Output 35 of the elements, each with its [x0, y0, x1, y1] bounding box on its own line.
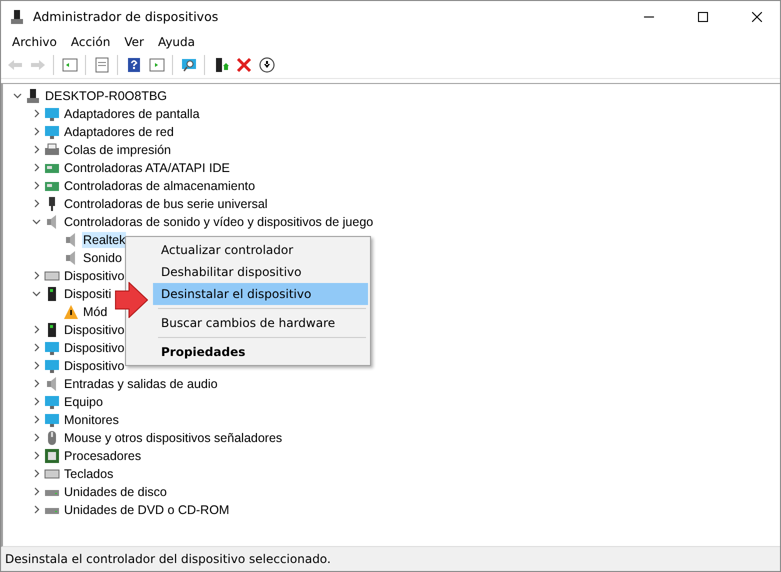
menu-item[interactable]: Ver [117, 35, 151, 49]
tree-item[interactable]: Realtek [82, 232, 126, 248]
tree-item[interactable]: Teclados [63, 466, 114, 482]
menu-item[interactable]: Propiedades [153, 341, 368, 363]
tree-item[interactable]: Colas de impresión [63, 142, 172, 158]
tree-item[interactable]: Unidades de DVD o CD-ROM [63, 502, 230, 518]
status-text: Desinstala el controlador del dispositivo seleccionado. [5, 552, 331, 566]
menu-item[interactable]: Acción [64, 35, 118, 49]
tree-item[interactable]: Unidades de disco [63, 484, 168, 500]
menu-item[interactable]: Actualizar controlador [153, 239, 368, 261]
menu-item[interactable]: Desinstalar el dispositivo [153, 283, 368, 305]
tree-item[interactable]: Adaptadores de pantalla [63, 106, 201, 122]
tree-item[interactable]: Controladoras de bus serie universal [63, 196, 269, 212]
window-title: Administrador de dispositivos [33, 9, 220, 24]
menu-item[interactable]: Deshabilitar dispositivo [153, 261, 368, 283]
tree-item[interactable]: Mouse y otros dispositivos señaladores [63, 430, 284, 446]
tree-item[interactable]: Controladoras de almacenamiento [63, 178, 256, 194]
menu-item[interactable]: Archivo [5, 35, 64, 49]
tree-item[interactable]: Controladoras de sonido y vídeo y dispositivos de juego [63, 214, 374, 230]
tree-item[interactable]: Dispositivo [63, 322, 126, 338]
tree-item[interactable]: Dispositivo [63, 358, 126, 374]
tree-item[interactable]: Entradas y salidas de audio [63, 376, 219, 392]
tree-item[interactable]: DESKTOP-R0O8TBG [44, 88, 168, 104]
tree-item[interactable]: Procesadores [63, 448, 142, 464]
tree-item[interactable]: Sonido [82, 250, 123, 266]
tree-item[interactable]: Monitores [63, 412, 120, 428]
tree-item[interactable]: Controladoras ATA/ATAPI IDE [63, 160, 231, 176]
tree-item[interactable]: Dispositi [63, 286, 112, 302]
tree-item[interactable]: Mód [82, 304, 108, 320]
menu-item[interactable]: Buscar cambios de hardware [153, 312, 368, 334]
tree-item[interactable]: Equipo [63, 394, 104, 410]
tree-item[interactable]: Adaptadores de red [63, 124, 175, 140]
tree-item[interactable]: Dispositivo [63, 340, 126, 356]
tree-item[interactable]: Dispositivo [63, 268, 126, 284]
menu-item[interactable]: Ayuda [150, 35, 202, 49]
